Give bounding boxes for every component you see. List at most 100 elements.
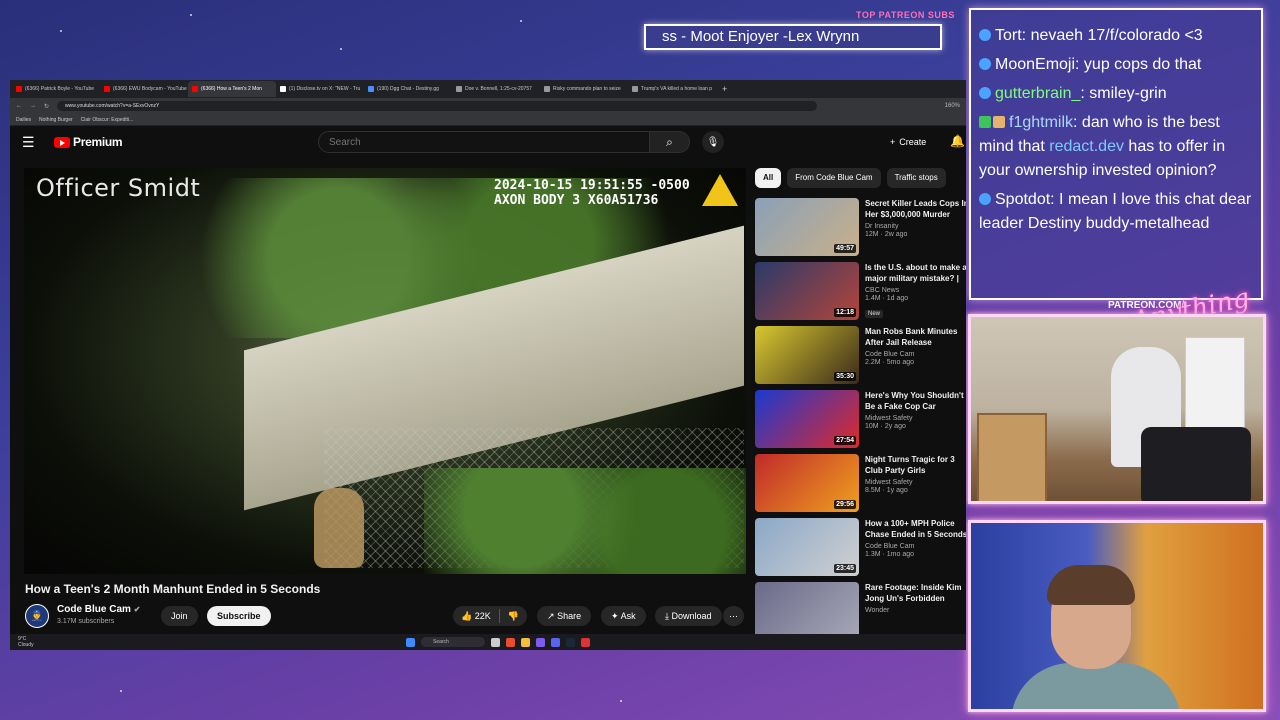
zoom-level[interactable]: 160% [945,103,960,109]
dislike-button[interactable]: 👎 [500,606,527,626]
recommended-video[interactable]: 49:57 Secret Killer Leads Cops In Her $3,… [755,198,966,260]
video-duration: 35:30 [834,372,856,381]
channel-name[interactable]: Code Blue Cam ✔ [57,604,140,615]
thumbs-down-icon: 👎 [507,611,519,621]
video-thumbnail[interactable]: 49:57 [755,198,859,256]
video-thumbnail[interactable]: 12:18 [755,262,859,320]
verified-icon: ✔ [133,605,141,614]
chat-username: f1ghtmilk [1009,114,1074,131]
discord-icon[interactable] [551,637,560,647]
star [60,30,62,32]
video-thumbnail[interactable]: 27:54 [755,390,859,448]
bookmark-item[interactable]: Dailies [16,117,31,123]
video-player[interactable]: Officer Smidt 2024-10-15 19:51:55 -0500 … [24,168,746,574]
sparkle-icon: ✦ [611,611,619,621]
video-title[interactable]: Rare Footage: Inside Kim Jong Un's Forbi… [865,582,966,604]
tab-label: (6366) EWU Bodycam - YouTube [113,86,187,92]
youtube-logo[interactable]: Premium [54,135,123,149]
bookmark-item[interactable]: Nothing Burger [39,117,73,123]
windows-start-icon[interactable] [406,637,415,647]
destiny-icon [368,86,374,92]
channel-name[interactable]: Code Blue Cam [865,543,966,550]
video-title[interactable]: Here's Why You Shouldn't Be a Fake Cop C… [865,390,966,412]
recommended-video[interactable]: 23:45 How a 100+ MPH Police Chase Ended i… [755,518,966,580]
menu-icon[interactable]: ☰ [22,134,46,151]
recommended-video[interactable]: 29:56 Night Turns Tragic for 3 Club Party… [755,454,966,516]
forward-icon[interactable]: → [30,103,36,109]
more-actions-icon[interactable]: ⋯ [723,606,744,626]
reload-icon[interactable]: ↻ [44,103,49,110]
chip-from-channel[interactable]: From Code Blue Cam [787,168,881,188]
taskbar-icons: Search [406,637,590,647]
recommended-video[interactable]: 12:18 Is the U.S. about to make a major m… [755,262,966,324]
video-duration: 49:57 [834,244,856,253]
chip-traffic-stops[interactable]: Traffic stops [886,168,946,188]
browser-tab[interactable]: Doe v. Bonnell, 1:25-cv-20757 [452,81,540,97]
video-thumbnail[interactable]: 35:30 [755,326,859,384]
create-button[interactable]: + Create [882,132,934,152]
channel-name[interactable]: CBC News [865,287,966,294]
channel-avatar[interactable]: 👮 [25,604,49,628]
video-title[interactable]: Secret Killer Leads Cops In Her $3,000,0… [865,198,966,220]
app-icon[interactable] [536,637,545,647]
channel-name[interactable]: Dr Insanity [865,223,966,230]
join-button[interactable]: Join [161,606,198,626]
browser-tab[interactable]: (6366) EWU Bodycam - YouTube [100,81,188,97]
recommended-video[interactable]: 35:30 Man Robs Bank Minutes After Jail Re… [755,326,966,388]
tab-label: Risky commando plan to seize [553,86,621,92]
bookmarks-bar: Dailies Nothing Burger Clair Obscur: Exp… [10,114,966,126]
weather-widget[interactable]: 9°C Cloudy [18,636,34,648]
steam-icon[interactable] [566,637,575,647]
browser-tabbar: (6366) Patrick Boyle - YouTube (6366) EW… [10,80,966,98]
drawers [1185,337,1245,437]
share-button[interactable]: ↗ Share [537,606,592,626]
back-icon[interactable]: ← [16,103,22,109]
video-meta: 8.5M · 1y ago [865,487,908,494]
channel-name[interactable]: Code Blue Cam [865,351,966,358]
new-tab-icon[interactable]: + [716,84,733,94]
video-title[interactable]: Night Turns Tragic for 3 Club Party Girl… [865,454,966,476]
chat-link[interactable]: redact.dev [1049,138,1124,155]
user-avatar-icon [993,115,1005,128]
bookmark-item[interactable]: Clair Obscur: Expediti... [81,117,134,123]
search-icon[interactable]: ⌕ [650,131,690,153]
video-title[interactable]: Is the U.S. about to make a major milita… [865,262,966,284]
browser-tab[interactable]: Trump's VA killed a home loan p [628,81,716,97]
taskbar-search[interactable]: Search [421,637,485,647]
bodycam-device: AXON BODY 3 X60A51736 [494,193,659,208]
search-bar: ⌕ 🎙 [318,131,724,153]
url-input[interactable]: www.youtube.com/watch?v=a-SExvOvnzY [57,101,817,111]
youtube-premium-wordmark: Premium [73,135,123,149]
file-explorer-icon[interactable] [521,637,530,647]
video-thumbnail[interactable] [755,582,859,640]
obs-icon[interactable] [581,637,590,647]
browser-tab[interactable]: (190) Dgg Chat - Destiny.gg [364,81,452,97]
recommended-video[interactable]: 27:54 Here's Why You Shouldn't Be a Fake … [755,390,966,452]
download-button[interactable]: ⤓ Download [655,606,722,626]
face-camera [968,520,1266,712]
search-input[interactable] [318,131,650,153]
microphone-icon[interactable]: 🎙 [702,131,724,153]
video-thumbnail[interactable]: 23:45 [755,518,859,576]
video-meta: 2.2M · 5mo ago [865,359,915,366]
chrome-icon[interactable] [506,637,515,647]
browser-tab-active[interactable]: (6366) How a Teen's 2 Mon [188,81,276,97]
notification-bell-icon[interactable]: 🔔 [950,134,965,148]
youtube-header: ☰ Premium ⌕ 🎙 +Create 🔔 [10,126,966,158]
ask-button[interactable]: ✦ Ask [601,606,646,626]
address-bar: ← → ↻ www.youtube.com/watch?v=a-SExvOvnz… [10,98,966,114]
browser-tab[interactable]: (1) Disclose.tv on X: "NEW - Tru [276,81,364,97]
task-view-icon[interactable] [491,637,500,647]
browser-tab[interactable]: Risky commando plan to seize [540,81,628,97]
subscribe-button[interactable]: Subscribe [207,606,271,626]
channel-name[interactable]: Midwest Safety [865,479,966,486]
chip-all[interactable]: All [755,168,782,188]
bodycam-timestamp: 2024-10-15 19:51:55 -0500 [494,178,690,193]
video-title[interactable]: Man Robs Bank Minutes After Jail Release [865,326,966,348]
channel-name[interactable]: Midwest Safety [865,415,966,422]
video-thumbnail[interactable]: 29:56 [755,454,859,512]
video-title[interactable]: How a 100+ MPH Police Chase Ended in 5 S… [865,518,966,540]
browser-tab[interactable]: (6366) Patrick Boyle - YouTube [12,81,100,97]
like-button[interactable]: 👍 22K [453,606,499,626]
channel-name[interactable]: Wonder [865,607,966,614]
